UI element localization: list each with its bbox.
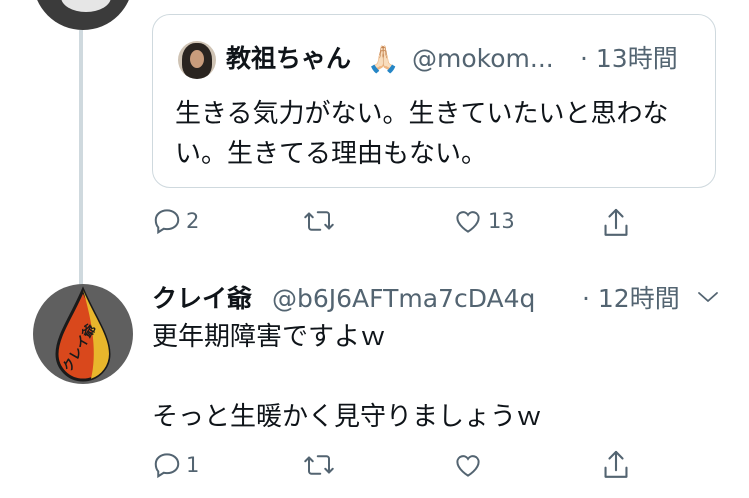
- like-action-2[interactable]: [452, 450, 488, 480]
- share-icon: [604, 208, 628, 236]
- retweet-action-2[interactable]: [302, 450, 340, 480]
- reply-text-line-1: 更年期障害ですよｗ: [152, 322, 387, 352]
- reply-action[interactable]: 2: [152, 206, 199, 236]
- quoted-user-avatar[interactable]: [178, 41, 216, 79]
- share-action-2[interactable]: [600, 448, 632, 482]
- reply-user-avatar[interactable]: クレイ爺: [33, 284, 133, 384]
- chevron-down-icon: [698, 292, 718, 302]
- like-count: 13: [488, 209, 515, 233]
- retweet-icon: [304, 211, 334, 231]
- reply-icon: [154, 209, 180, 235]
- thread-connector-line: [79, 30, 83, 285]
- heart-icon: [456, 455, 480, 477]
- quoted-timestamp[interactable]: · 13時間: [580, 40, 678, 78]
- reply-icon: [154, 453, 180, 479]
- share-action[interactable]: [600, 206, 632, 240]
- quoted-display-name[interactable]: 教祖ちゃん: [226, 40, 351, 78]
- share-icon: [604, 450, 628, 478]
- reply-text-line-2: そっと生暖かく見守りましょうｗ: [152, 402, 543, 432]
- reply-tweet-text: 更年期障害ですよｗ そっと生暖かく見守りましょうｗ: [152, 317, 542, 437]
- quoted-tweet-text: 生きる気力がない。生きていたいと思わない。生きてる理由もない。: [175, 99, 669, 169]
- reply-count-2: 1: [186, 453, 200, 477]
- heart-icon: [456, 211, 480, 233]
- more-options-button[interactable]: [695, 287, 721, 311]
- reply-count: 2: [186, 209, 200, 233]
- droplet-logo-icon: クレイ爺: [55, 286, 111, 382]
- retweet-action[interactable]: [302, 206, 340, 236]
- reply-display-name[interactable]: クレイ爺: [152, 281, 252, 317]
- previous-tweet-avatar[interactable]: [33, 0, 133, 30]
- retweet-icon: [304, 455, 334, 475]
- reply-timestamp[interactable]: · 12時間: [582, 281, 680, 317]
- reply-handle[interactable]: @b6J6AFTma7cDA4q: [272, 281, 535, 317]
- folded-hands-emoji: 🙏🏻: [367, 45, 400, 75]
- like-action[interactable]: 13: [452, 206, 515, 236]
- quoted-handle[interactable]: @mokom...: [412, 40, 554, 78]
- reply-action-2[interactable]: 1: [152, 450, 199, 480]
